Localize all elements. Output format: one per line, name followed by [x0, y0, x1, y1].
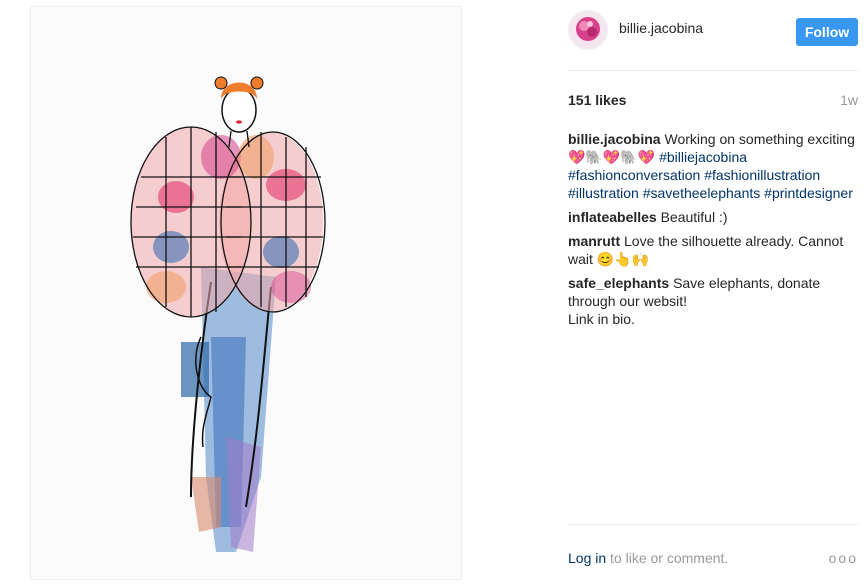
- header-username[interactable]: billie.jacobina: [619, 20, 703, 36]
- post-time[interactable]: 1w: [840, 92, 858, 108]
- fashion-illustration: [31, 7, 461, 579]
- comment-username[interactable]: billie.jacobina: [568, 131, 661, 147]
- comment-item: safe_elephants Save elephants, donate th…: [568, 274, 858, 328]
- hashtag-link[interactable]: #savetheelephants: [643, 185, 761, 201]
- comment-username[interactable]: inflateabelles: [568, 209, 657, 225]
- comment-text: Link in bio.: [568, 311, 635, 327]
- post-photo[interactable]: [30, 6, 462, 580]
- avatar[interactable]: [568, 10, 608, 50]
- comment-username[interactable]: safe_elephants: [568, 275, 669, 291]
- comments-list: billie.jacobina Working on something exc…: [568, 130, 858, 334]
- likes-count[interactable]: 151 likes: [568, 92, 626, 108]
- more-options-icon[interactable]: ooo: [829, 550, 858, 566]
- comment-item: inflateabelles Beautiful :): [568, 208, 858, 226]
- follow-button[interactable]: Follow: [796, 18, 858, 46]
- comment-item: billie.jacobina Working on something exc…: [568, 130, 858, 202]
- post-sidebar: billie.jacobina Follow 151 likes 1w bill…: [568, 0, 858, 586]
- comment-text: Beautiful :): [660, 209, 728, 225]
- comment-footer: Log in to like or comment. ooo: [568, 550, 858, 570]
- hashtag-link[interactable]: #billiejacobina: [659, 149, 747, 165]
- hashtag-link[interactable]: #fashionillustration: [704, 167, 820, 183]
- divider: [568, 70, 858, 71]
- hashtag-link[interactable]: #printdesigner: [764, 185, 853, 201]
- login-prompt-text: to like or comment.: [610, 550, 729, 566]
- likes-row: 151 likes 1w: [568, 92, 858, 112]
- login-link[interactable]: Log in: [568, 550, 606, 566]
- divider: [568, 524, 858, 525]
- hashtag-link[interactable]: #illustration: [568, 185, 639, 201]
- comment-item: manrutt Love the silhouette already. Can…: [568, 232, 858, 268]
- hashtag-link[interactable]: #fashionconversation: [568, 167, 700, 183]
- comment-username[interactable]: manrutt: [568, 233, 620, 249]
- post-header: billie.jacobina Follow: [568, 10, 858, 52]
